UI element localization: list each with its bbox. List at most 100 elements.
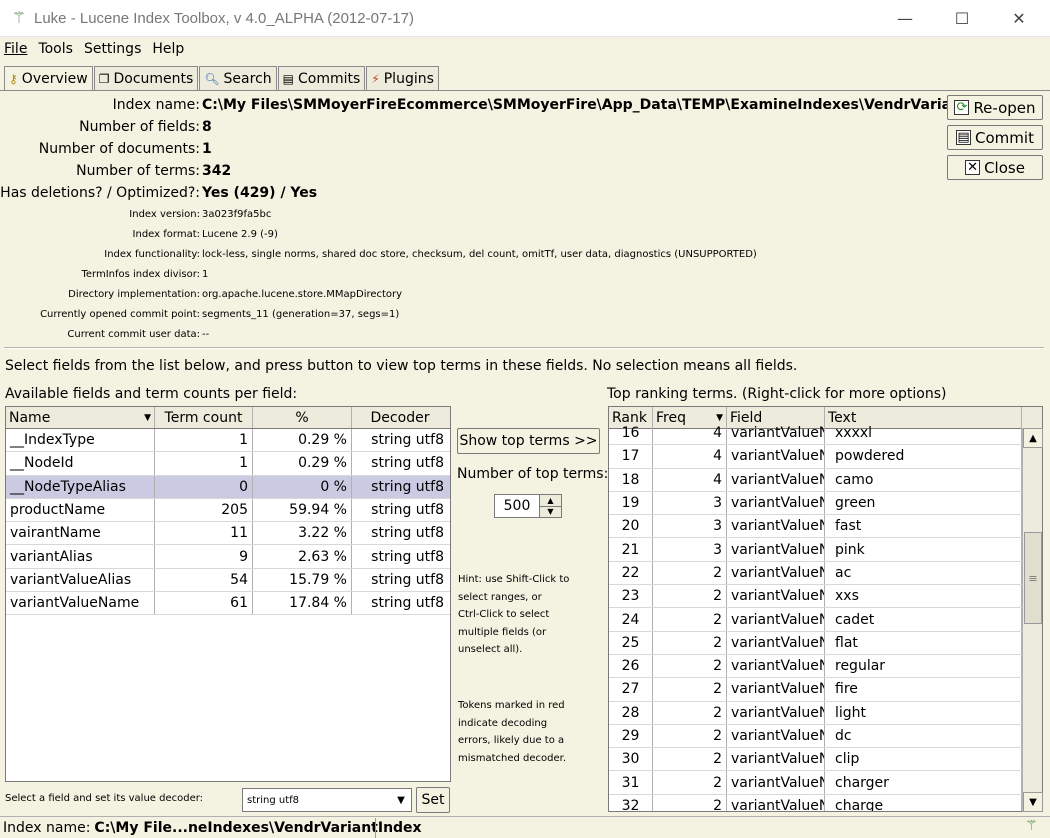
table-row[interactable]: 32 2 variantValueN charge — [609, 794, 1042, 811]
terms-scrollbar[interactable]: ▲ ≡ ▼ — [1022, 428, 1043, 812]
menu-file[interactable]: File — [0, 41, 31, 57]
term-field: variantValueN — [727, 585, 825, 608]
terminfos-row: TermInfos index divisor: 1 — [0, 264, 208, 284]
col-text-header[interactable]: Text — [825, 407, 1022, 428]
col-freq-header[interactable]: Freq ▼ — [653, 407, 727, 428]
term-rank: 30 — [609, 748, 653, 771]
table-row[interactable]: __NodeId 1 0.29 % string utf8 — [6, 452, 450, 476]
field-term-count: 11 — [155, 522, 253, 545]
table-row[interactable]: 25 2 variantValueN flat — [609, 631, 1042, 655]
fields-table-header: Name ▼ Term count % Decoder — [6, 407, 450, 429]
col-percent-header[interactable]: % — [253, 407, 352, 428]
close-index-button[interactable]: ✕ Close — [947, 155, 1043, 180]
menu-help[interactable]: Help — [148, 41, 188, 57]
decoder-select[interactable]: string utf8 ▼ — [242, 788, 412, 812]
col-term-count-header[interactable]: Term count — [155, 407, 253, 428]
term-rank: 19 — [609, 491, 653, 515]
set-decoder-button[interactable]: Set — [416, 787, 450, 813]
col-term-count-label: Term count — [164, 409, 243, 426]
scroll-down-icon[interactable]: ▼ — [1023, 792, 1043, 812]
tab-overview[interactable]: ⚷ Overview — [4, 66, 93, 91]
directory-row: Directory implementation: org.apache.luc… — [0, 284, 402, 304]
directory-label: Directory implementation: — [68, 288, 200, 300]
term-text: charger — [825, 771, 1022, 794]
table-row[interactable]: 23 2 variantValueN xxs — [609, 585, 1042, 609]
spinner-up-icon[interactable]: ▲ — [540, 495, 561, 507]
col-rank-header[interactable]: Rank — [609, 407, 653, 428]
term-field: variantValueN — [727, 608, 825, 631]
col-decoder-header[interactable]: Decoder — [352, 407, 448, 428]
term-rank: 21 — [609, 538, 653, 561]
decoder-label: Select a field and set its value decoder… — [5, 793, 204, 804]
table-row[interactable]: 31 2 variantValueN charger — [609, 771, 1042, 795]
term-field: variantValueN — [727, 468, 825, 491]
tab-documents[interactable]: ❐ Documents — [93, 66, 199, 90]
term-field: variantValueN — [727, 631, 825, 654]
col-name-header[interactable]: Name ▼ — [6, 407, 155, 428]
table-row[interactable]: 28 2 variantValueN light — [609, 701, 1042, 725]
tab-commits[interactable]: ▤ Commits — [277, 66, 366, 90]
table-row[interactable]: 20 3 variantValueN fast — [609, 515, 1042, 539]
tab-search[interactable]: 🔍︎ Search — [199, 66, 277, 90]
commit-userdata-label: Current commit user data: — [67, 328, 200, 340]
term-freq: 2 — [653, 724, 727, 748]
table-row[interactable]: 30 2 variantValueN clip — [609, 748, 1042, 772]
field-decoder: string utf8 — [371, 571, 444, 588]
table-row[interactable]: 18 4 variantValueN camo — [609, 468, 1042, 492]
table-row[interactable]: variantValueName 61 17.84 % string utf8 — [6, 592, 450, 616]
term-freq: 2 — [653, 654, 727, 678]
table-row[interactable]: 22 2 variantValueN ac — [609, 561, 1042, 586]
reopen-label: Re-open — [973, 98, 1036, 117]
close-window-button[interactable]: ✕ — [994, 0, 1044, 37]
table-row[interactable]: productName 205 59.94 % string utf8 — [6, 498, 450, 523]
table-row[interactable]: __NodeTypeAlias 0 0 % string utf8 — [6, 475, 450, 499]
tab-plugins[interactable]: ⚡ Plugins — [366, 66, 439, 90]
search-icon: 🔍︎ — [204, 71, 220, 86]
menu-settings[interactable]: Settings — [80, 41, 145, 57]
field-decoder: string utf8 — [371, 548, 444, 565]
field-percent: 0.29 % — [253, 429, 352, 452]
num-docs-label: Number of documents: — [38, 141, 200, 157]
table-row[interactable]: 21 3 variantValueN pink — [609, 538, 1042, 562]
instructions-text: Select fields from the list below, and p… — [5, 358, 798, 374]
table-row[interactable]: 29 2 variantValueN dc — [609, 724, 1042, 749]
table-row[interactable]: variantValueAlias 54 15.79 % string utf8 — [6, 568, 450, 593]
scroll-thumb[interactable]: ≡ — [1024, 532, 1042, 624]
directory-value: org.apache.lucene.store.MMapDirectory — [202, 288, 403, 300]
term-freq: 3 — [653, 491, 727, 515]
term-rank: 25 — [609, 631, 653, 654]
table-row[interactable]: vairantName 11 3.22 % string utf8 — [6, 522, 450, 546]
scroll-up-icon[interactable]: ▲ — [1023, 428, 1043, 448]
field-percent: 0.29 % — [253, 452, 352, 475]
term-rank: 23 — [609, 585, 653, 608]
col-field-header[interactable]: Field — [727, 407, 825, 428]
reopen-button[interactable]: ⟳ Re-open — [947, 95, 1043, 120]
term-text: charge — [825, 794, 1022, 811]
show-top-terms-button[interactable]: Show top terms >> — [457, 428, 600, 454]
terminfos-label: TermInfos index divisor: — [81, 268, 200, 280]
term-freq: 3 — [653, 538, 727, 561]
num-top-terms-spinner[interactable]: 500 ▲ ▼ — [494, 494, 562, 518]
term-text: regular — [825, 654, 1022, 678]
spinner-down-icon[interactable]: ▼ — [540, 507, 561, 518]
tokens-note: Tokens marked in red indicate decoding e… — [458, 700, 567, 764]
term-rank: 26 — [609, 654, 653, 678]
maximize-button[interactable]: ☐ — [937, 0, 987, 37]
table-row[interactable]: 26 2 variantValueN regular — [609, 654, 1042, 679]
term-rank: 32 — [609, 794, 653, 811]
num-top-terms-value[interactable]: 500 — [495, 495, 539, 517]
term-field: variantValueN — [727, 748, 825, 771]
window-title: Luke - Lucene Index Toolbox, v 4.0_ALPHA… — [34, 9, 414, 27]
table-row[interactable]: 24 2 variantValueN cadet — [609, 608, 1042, 632]
minimize-button[interactable]: — — [880, 0, 930, 37]
table-row[interactable]: 19 3 variantValueN green — [609, 491, 1042, 516]
term-field: variantValueN — [727, 771, 825, 794]
menu-tools[interactable]: Tools — [34, 41, 77, 57]
table-row[interactable]: 27 2 variantValueN fire — [609, 678, 1042, 702]
index-name-row: Index name: C:\My Files\SMMoyerFireEcomm… — [0, 94, 1012, 116]
table-row[interactable]: __IndexType 1 0.29 % string utf8 — [6, 429, 450, 453]
commit-button[interactable]: ▤ Commit — [947, 125, 1043, 150]
table-row[interactable]: variantAlias 9 2.63 % string utf8 — [6, 545, 450, 569]
field-term-count: 1 — [155, 429, 253, 452]
table-row[interactable]: 17 4 variantValueN powdered — [609, 445, 1042, 469]
